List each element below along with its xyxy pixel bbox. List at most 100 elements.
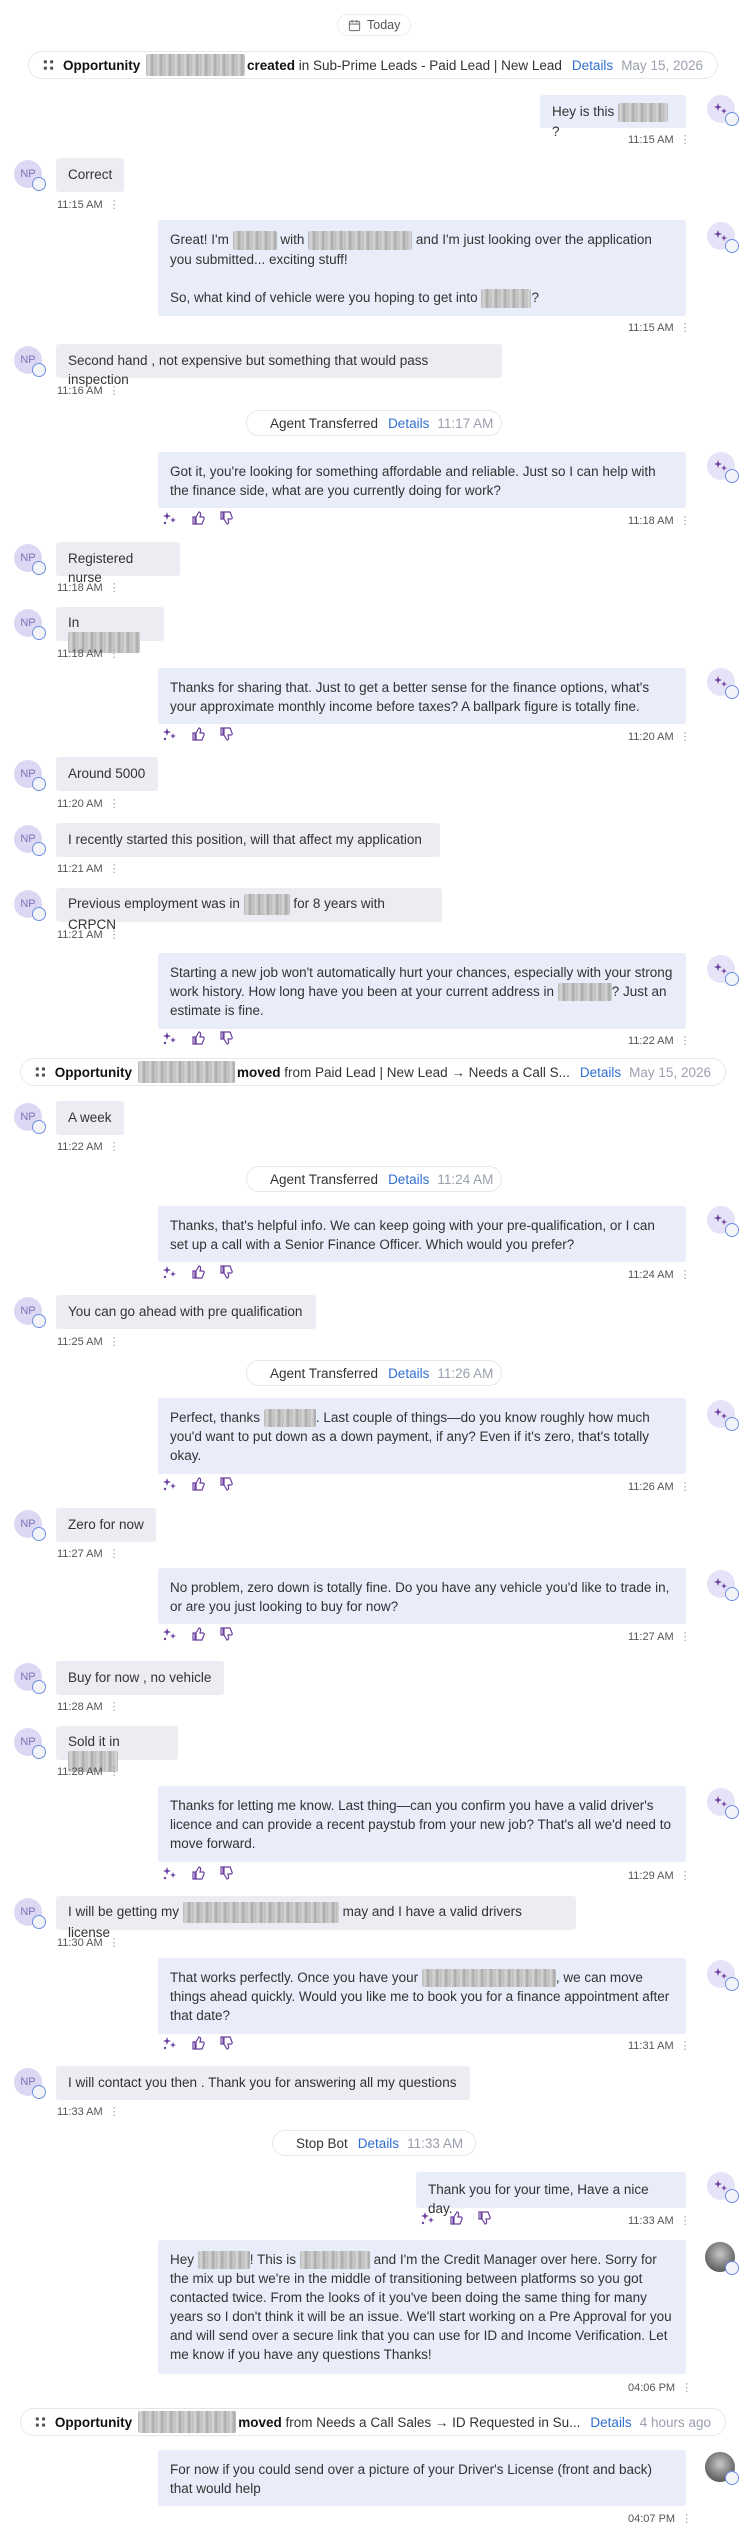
thumbs-up-icon[interactable] xyxy=(191,1627,205,1641)
message-timestamp: 11:15 AM ⋮ xyxy=(628,322,691,334)
contact-avatar: NP xyxy=(14,1103,46,1134)
thumbs-down-icon[interactable] xyxy=(219,1477,233,1491)
thumbs-down-icon[interactable] xyxy=(219,1031,233,1045)
thumbs-up-icon[interactable] xyxy=(191,511,205,525)
more-options-icon[interactable]: ⋮ xyxy=(680,1870,691,1882)
message-timestamp: 11:22 AM ⋮ xyxy=(57,1141,120,1153)
thumbs-down-icon[interactable] xyxy=(219,727,233,741)
more-options-icon[interactable]: ⋮ xyxy=(109,2106,120,2118)
opportunity-details-link[interactable]: Details xyxy=(572,58,613,73)
thumbs-down-icon[interactable] xyxy=(477,2211,491,2225)
redacted-item xyxy=(421,1969,556,1988)
more-options-icon[interactable]: ⋮ xyxy=(109,648,120,660)
message-timestamp: 04:07 PM ⋮ xyxy=(628,2513,693,2525)
event-details-link[interactable]: Details xyxy=(358,2136,399,2151)
more-options-icon[interactable]: ⋮ xyxy=(109,863,120,875)
sparkle-icon[interactable] xyxy=(163,2036,177,2050)
sparkle-icon[interactable] xyxy=(163,1627,177,1641)
sparkle-icon[interactable] xyxy=(421,2211,435,2225)
outgoing-message: For now if you could send over a picture… xyxy=(158,2450,686,2506)
message-timestamp: 04:06 PM ⋮ xyxy=(628,2382,693,2394)
message-timestamp: 11:26 AM ⋮ xyxy=(628,1481,691,1493)
thumbs-up-icon[interactable] xyxy=(191,1031,205,1045)
more-options-icon[interactable]: ⋮ xyxy=(109,1548,120,1560)
message-timestamp: 11:15 AM ⋮ xyxy=(57,199,120,211)
more-options-icon[interactable]: ⋮ xyxy=(680,2040,691,2052)
more-options-icon[interactable]: ⋮ xyxy=(109,798,120,810)
more-options-icon[interactable]: ⋮ xyxy=(109,385,120,397)
event-details-link[interactable]: Details xyxy=(388,1366,429,1381)
thumbs-down-icon[interactable] xyxy=(219,1265,233,1279)
agent-transferred-event: Agent Transferred Details 11:26 AM xyxy=(246,1360,502,1386)
incoming-message: Sold it in xyxy=(56,1726,178,1772)
more-options-icon[interactable]: ⋮ xyxy=(681,2382,692,2394)
bot-avatar xyxy=(707,222,739,253)
more-options-icon[interactable]: ⋮ xyxy=(109,199,120,211)
sparkle-icon[interactable] xyxy=(163,1866,177,1880)
thumbs-up-icon[interactable] xyxy=(191,1866,205,1880)
thumbs-up-icon[interactable] xyxy=(449,2211,463,2225)
opportunity-details-link[interactable]: Details xyxy=(580,1065,621,1080)
contact-avatar: NP xyxy=(14,890,46,921)
more-options-icon[interactable]: ⋮ xyxy=(109,1141,120,1153)
calendar-icon xyxy=(348,19,361,32)
more-options-icon[interactable]: ⋮ xyxy=(680,1269,691,1281)
outgoing-message: Thank you for your time, Have a nice day… xyxy=(416,2172,686,2216)
sparkle-icon[interactable] xyxy=(163,1031,177,1045)
redacted-name xyxy=(197,2251,250,2270)
redacted-name xyxy=(299,2251,370,2270)
date-label: Today xyxy=(367,18,401,32)
incoming-message: Previous employment was in for 8 years w… xyxy=(56,888,442,932)
message-timestamp: 11:18 AM ⋮ xyxy=(628,515,691,527)
message-timestamp: 11:20 AM ⋮ xyxy=(57,798,120,810)
bot-avatar xyxy=(707,1788,739,1819)
more-options-icon[interactable]: ⋮ xyxy=(680,515,691,527)
opportunity-moved-event: Opportunity moved from Paid Lead | New L… xyxy=(20,1058,726,1086)
sparkle-icon[interactable] xyxy=(163,1265,177,1279)
opportunity-action: created xyxy=(246,57,295,73)
more-options-icon[interactable]: ⋮ xyxy=(109,582,120,594)
message-timestamp: 11:22 AM ⋮ xyxy=(628,1035,691,1047)
thumbs-up-icon[interactable] xyxy=(191,2036,205,2050)
opportunity-details-link[interactable]: Details xyxy=(590,2415,631,2430)
message-timestamp: 11:21 AM ⋮ xyxy=(57,929,120,941)
more-options-icon[interactable]: ⋮ xyxy=(680,1481,691,1493)
message-timestamp: 11:31 AM ⋮ xyxy=(628,2040,691,2052)
more-options-icon[interactable]: ⋮ xyxy=(109,1336,120,1348)
sparkle-icon[interactable] xyxy=(163,1477,177,1491)
thumbs-up-icon[interactable] xyxy=(191,1477,205,1491)
more-options-icon[interactable]: ⋮ xyxy=(680,134,691,146)
redacted-name xyxy=(138,1061,235,1083)
more-options-icon[interactable]: ⋮ xyxy=(109,1766,120,1778)
event-details-link[interactable]: Details xyxy=(388,416,429,431)
thumbs-down-icon[interactable] xyxy=(219,511,233,525)
message-timestamp: 11:28 AM ⋮ xyxy=(57,1701,120,1713)
redacted-name xyxy=(618,102,669,122)
more-options-icon[interactable]: ⋮ xyxy=(680,1631,691,1643)
more-options-icon[interactable]: ⋮ xyxy=(109,1701,120,1713)
more-options-icon[interactable]: ⋮ xyxy=(681,2513,692,2525)
more-options-icon[interactable]: ⋮ xyxy=(680,322,691,334)
opportunity-moved-event: Opportunity moved from Needs a Call Sale… xyxy=(20,2408,726,2436)
outgoing-message: Thanks for letting me know. Last thing—c… xyxy=(158,1786,686,1862)
message-timestamp: 11:29 AM ⋮ xyxy=(628,1870,691,1882)
more-options-icon[interactable]: ⋮ xyxy=(109,1937,120,1949)
thumbs-down-icon[interactable] xyxy=(219,2036,233,2050)
thumbs-down-icon[interactable] xyxy=(219,1866,233,1880)
thumbs-down-icon[interactable] xyxy=(219,1627,233,1641)
more-options-icon[interactable]: ⋮ xyxy=(680,731,691,743)
sparkle-icon[interactable] xyxy=(163,727,177,741)
contact-avatar: NP xyxy=(14,544,46,575)
thumbs-up-icon[interactable] xyxy=(191,727,205,741)
more-options-icon[interactable]: ⋮ xyxy=(680,1035,691,1047)
agent-avatar xyxy=(705,2452,739,2485)
more-options-icon[interactable]: ⋮ xyxy=(680,2215,691,2227)
more-options-icon[interactable]: ⋮ xyxy=(109,929,120,941)
message-timestamp: 11:21 AM ⋮ xyxy=(57,863,120,875)
redacted-name xyxy=(232,230,277,250)
sparkle-icon[interactable] xyxy=(163,511,177,525)
event-details-link[interactable]: Details xyxy=(388,1172,429,1187)
thumbs-up-icon[interactable] xyxy=(191,1265,205,1279)
message-timestamp: 11:20 AM ⋮ xyxy=(628,731,691,743)
agent-transferred-event: Agent Transferred Details 11:17 AM xyxy=(246,410,502,436)
